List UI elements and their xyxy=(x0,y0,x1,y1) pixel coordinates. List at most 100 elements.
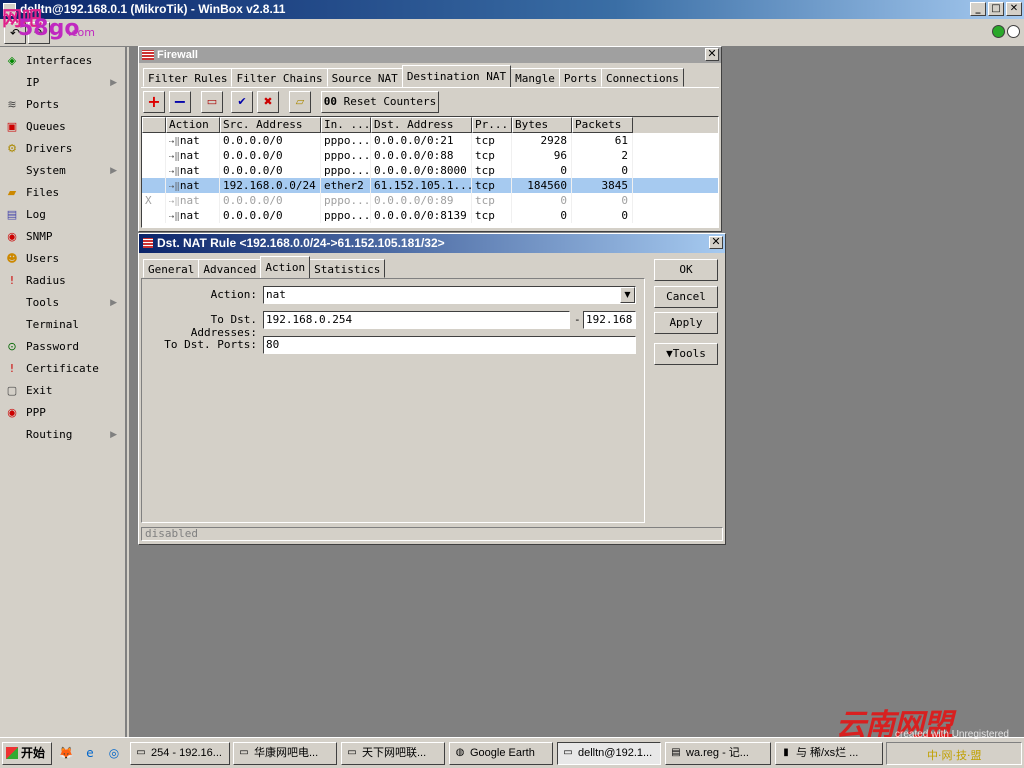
table-row[interactable]: ⇢‖nat 192.168.0.0/24 ether2 61.152.105.1...… xyxy=(142,178,718,193)
column-header[interactable]: Src. Address xyxy=(220,117,321,133)
column-header[interactable]: Bytes xyxy=(512,117,572,133)
column-header[interactable]: Dst. Address xyxy=(371,117,472,133)
table-row[interactable]: ⇢‖nat 0.0.0.0/0 pppo... 0.0.0.0/0:88 tcp 96 2 xyxy=(142,148,718,163)
to-dst-ports-label: To Dst. Ports: xyxy=(164,338,257,351)
cancel-button[interactable]: Cancel xyxy=(654,286,718,308)
to-dst-ports-input[interactable]: 80 xyxy=(263,336,636,354)
table-cell-action: ⇢‖nat xyxy=(166,178,220,193)
to-dst-address-from-input[interactable]: 192.168.0.254 xyxy=(263,311,570,329)
table-cell-in: pppo... xyxy=(321,148,371,163)
taskbar-item[interactable]: ▭ delltn@192.1... xyxy=(557,742,661,765)
taskbar: 开始 🦊 e ◎ ▭ 254 - 192.16... ▭ 华康网吧电... ▭ 天下网吧联..… xyxy=(0,737,1024,768)
table-cell-src: 0.0.0.0/0 xyxy=(220,163,321,178)
firewall-close-button[interactable]: ✕ xyxy=(705,48,719,61)
taskbar-item[interactable]: ▭ 254 - 192.16... xyxy=(130,742,230,765)
sidebar-item-exit[interactable]: ▢ Exit xyxy=(0,380,125,402)
sidebar-item-drivers[interactable]: ⚙ Drivers xyxy=(0,138,125,160)
sidebar-item-ip[interactable]: IP ▶ xyxy=(0,72,125,94)
firewall-tab-mangle[interactable]: Mangle xyxy=(510,68,560,87)
rule-icon xyxy=(143,238,153,248)
sidebar-item-routing[interactable]: Routing ▶ xyxy=(0,424,125,446)
taskbar-item[interactable]: ▤ wa.reg - 记... xyxy=(665,742,771,765)
sidebar-item-label: SNMP xyxy=(26,230,53,243)
firewall-tab-destination-nat[interactable]: Destination NAT xyxy=(401,65,512,87)
sidebar-item-password[interactable]: ⊙ Password xyxy=(0,336,125,358)
restore-button[interactable]: □ xyxy=(988,2,1004,16)
start-button[interactable]: 开始 xyxy=(2,742,52,765)
column-header[interactable]: Pr... xyxy=(472,117,512,133)
rule-tab-action[interactable]: Action xyxy=(260,256,311,278)
nat-action-icon: ⇢‖ xyxy=(169,182,180,192)
rule-close-button[interactable]: ✕ xyxy=(709,236,723,249)
ports-icon: ≋ xyxy=(7,98,17,111)
rule-tab-statistics[interactable]: Statistics xyxy=(309,259,386,278)
remove-rule-button[interactable]: − xyxy=(169,91,191,113)
tools-button[interactable]: ▼Tools xyxy=(654,343,718,365)
add-rule-button[interactable]: + xyxy=(143,91,165,113)
sidebar-item-users[interactable]: ☻ Users xyxy=(0,248,125,270)
firewall-tab-filter-chains[interactable]: Filter Chains xyxy=(231,68,328,87)
sidebar-item-snmp[interactable]: ◉ SNMP xyxy=(0,226,125,248)
browser-icon[interactable]: ◎ xyxy=(106,745,122,761)
sidebar-item-ppp[interactable]: ◉ PPP xyxy=(0,402,125,424)
firewall-tab-filter-rules[interactable]: Filter Rules xyxy=(143,68,233,87)
filter-button[interactable]: ▱ xyxy=(289,91,311,113)
nat-action-icon: ⇢‖ xyxy=(169,212,180,222)
table-cell-proto: tcp xyxy=(472,148,512,163)
action-select[interactable]: nat ▼ xyxy=(263,286,636,304)
firewall-tab-connections[interactable]: Connections xyxy=(601,68,684,87)
table-cell-flag xyxy=(142,178,166,193)
column-header[interactable]: Action xyxy=(166,117,220,133)
taskbar-item[interactable]: ◍ Google Earth xyxy=(449,742,553,765)
comment-button[interactable]: ▭ xyxy=(201,91,223,113)
table-row[interactable]: ⇢‖nat 0.0.0.0/0 pppo... 0.0.0.0/0:21 tcp 2928… xyxy=(142,133,718,148)
firefox-icon[interactable]: 🦊 xyxy=(58,745,74,761)
table-cell-proto: tcp xyxy=(472,208,512,223)
table-row[interactable]: ⇢‖nat 0.0.0.0/0 pppo... 0.0.0.0/0:8000 tcp 0 0 xyxy=(142,163,718,178)
firewall-tab-ports[interactable]: Ports xyxy=(558,68,603,87)
rule-tab-advanced[interactable]: Advanced xyxy=(198,259,262,278)
nat-action-icon: ⇢‖ xyxy=(169,152,180,162)
sidebar-item-interfaces[interactable]: ◈ Interfaces xyxy=(0,50,125,72)
table-row[interactable]: ⇢‖nat 0.0.0.0/0 pppo... 0.0.0.0/0:8139 tcp 0 0 xyxy=(142,208,718,223)
column-header[interactable]: In. ... xyxy=(321,117,371,133)
column-header[interactable]: Packets xyxy=(572,117,633,133)
column-header-flag xyxy=(142,117,166,133)
sidebar-item-certificate[interactable]: ! Certificate xyxy=(0,358,125,380)
chevron-down-icon[interactable]: ▼ xyxy=(620,287,635,303)
rule-tab-general[interactable]: General xyxy=(143,259,200,278)
nat-action-icon: ⇢‖ xyxy=(169,137,180,147)
taskbar-item[interactable]: ▮ 与 稀/xs烂 ... xyxy=(775,742,883,765)
enable-rule-button[interactable]: ✔ xyxy=(231,91,253,113)
disable-rule-button[interactable]: ✖ xyxy=(257,91,279,113)
firewall-tab-source-nat[interactable]: Source NAT xyxy=(326,68,403,87)
to-dst-address-to-input[interactable]: 192.168.0 xyxy=(583,311,636,329)
minimize-button[interactable]: _ xyxy=(970,2,986,16)
reset-counters-button[interactable]: 00 Reset Counters xyxy=(321,91,439,113)
sidebar-item-queues[interactable]: ▣ Queues xyxy=(0,116,125,138)
sidebar-item-radius[interactable]: ! Radius xyxy=(0,270,125,292)
sidebar-item-system[interactable]: System ▶ xyxy=(0,160,125,182)
sidebar-item-files[interactable]: ▰ Files xyxy=(0,182,125,204)
sidebar-item-tools[interactable]: Tools ▶ xyxy=(0,292,125,314)
sidebar-item-label: Ports xyxy=(26,98,60,111)
ok-button[interactable]: OK xyxy=(654,259,718,281)
sidebar-item-terminal[interactable]: Terminal xyxy=(0,314,125,336)
table-cell-bytes: 96 xyxy=(512,148,572,163)
taskbar-item[interactable]: ▭ 华康网吧电... xyxy=(233,742,337,765)
taskbar-item[interactable]: ▭ 天下网吧联... xyxy=(341,742,445,765)
apply-button[interactable]: Apply xyxy=(654,312,718,334)
table-row[interactable]: X ⇢‖nat 0.0.0.0/0 pppo... 0.0.0.0/0:89 tcp 0 0 xyxy=(142,193,718,208)
firewall-title-bar[interactable]: Firewall ✕ xyxy=(139,47,721,63)
ie-icon[interactable]: e xyxy=(82,745,98,761)
nat-action-icon: ⇢‖ xyxy=(169,197,180,207)
close-button[interactable]: ✕ xyxy=(1006,2,1022,16)
table-cell-dst: 61.152.105.1... xyxy=(371,178,472,193)
sidebar-item-ports[interactable]: ≋ Ports xyxy=(0,94,125,116)
firewall-window: Firewall ✕ Filter Rules Filter Chains Sour… xyxy=(138,46,722,232)
sidebar-item-label: Drivers xyxy=(26,142,73,155)
rule-title-bar[interactable]: Dst. NAT Rule <192.168.0.0/24->61.152.10… xyxy=(139,234,725,253)
submenu-arrow-icon: ▶ xyxy=(110,430,117,440)
sidebar-item-log[interactable]: ▤ Log xyxy=(0,204,125,226)
table-cell-src: 192.168.0.0/24 xyxy=(220,178,321,193)
